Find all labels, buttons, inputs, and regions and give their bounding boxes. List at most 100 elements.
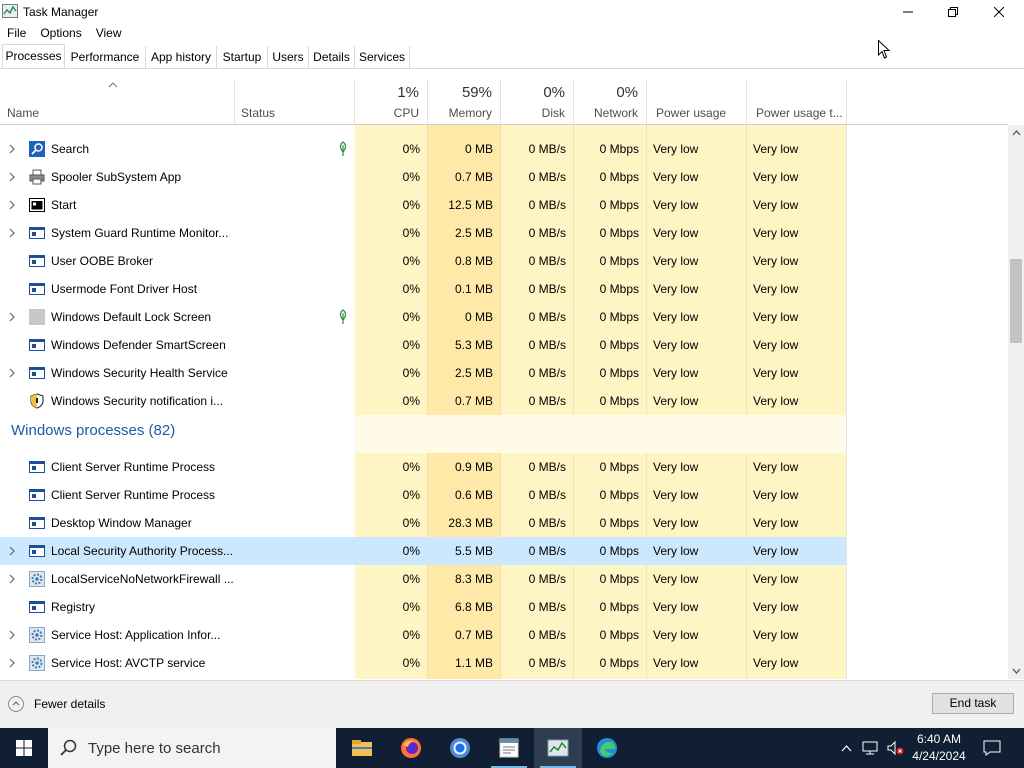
chevron-up-icon bbox=[12, 701, 20, 706]
suspended-leaf-icon bbox=[337, 141, 349, 157]
process-table: Search 0% 0 MB 0 MB/s 0 Mbps Very low Very low… bbox=[0, 125, 1008, 679]
process-row[interactable]: Registry 0% 6.8 MB 0 MB/s 0 Mbps Very low Very… bbox=[0, 593, 846, 621]
close-button[interactable] bbox=[976, 0, 1022, 24]
process-row[interactable]: Usermode Font Driver Host 0% 0.1 MB 0 MB/s 0… bbox=[0, 275, 846, 303]
taskbar-firefox[interactable] bbox=[387, 728, 435, 768]
expand-chevron-icon[interactable] bbox=[8, 573, 16, 585]
fewer-details-icon[interactable] bbox=[8, 696, 24, 712]
process-name: Search bbox=[51, 142, 90, 156]
process-row[interactable]: Service Host: Application Infor... 0% 0.7 … bbox=[0, 621, 846, 649]
end-task-button[interactable]: End task bbox=[932, 693, 1014, 714]
network-cell: 0 Mbps bbox=[599, 488, 639, 502]
process-row[interactable]: Search 0% 0 MB 0 MB/s 0 Mbps Very low Very low bbox=[0, 135, 846, 163]
column-header-cpu[interactable]: 1% CPU bbox=[355, 80, 428, 124]
taskbar: Type here to search 6:40 AM 4/24/2024 bbox=[0, 728, 1024, 768]
minimize-button[interactable] bbox=[885, 0, 931, 24]
expand-chevron-icon[interactable] bbox=[8, 199, 16, 211]
power-trend-cell: Very low bbox=[753, 628, 799, 642]
process-row[interactable]: Spooler SubSystem App 0% 0.7 MB 0 MB/s 0 Mbp… bbox=[0, 163, 846, 191]
process-row[interactable]: Start 0% 12.5 MB 0 MB/s 0 Mbps Very low Very l… bbox=[0, 191, 846, 219]
menu-options[interactable]: Options bbox=[33, 24, 88, 42]
process-row[interactable]: System Guard Runtime Monitor... 0% 2.5 MB 0… bbox=[0, 219, 846, 247]
menu-view[interactable]: View bbox=[89, 24, 129, 42]
taskbar-task-manager[interactable] bbox=[534, 728, 582, 768]
network-status-button[interactable] bbox=[860, 728, 882, 768]
fewer-details-link[interactable]: Fewer details bbox=[34, 697, 105, 711]
power-cell: Very low bbox=[653, 198, 699, 212]
search-icon bbox=[60, 739, 77, 756]
tab-app-history[interactable]: App history bbox=[146, 46, 217, 68]
memory-total-percent: 59% bbox=[461, 84, 492, 101]
taskbar-search-box[interactable]: Type here to search bbox=[48, 728, 336, 768]
volume-muted-icon bbox=[887, 740, 904, 756]
power-trend-cell: Very low bbox=[753, 488, 799, 502]
vertical-scrollbar[interactable] bbox=[1008, 125, 1024, 679]
expand-chevron-icon[interactable] bbox=[8, 545, 16, 557]
memory-cell: 5.3 MB bbox=[454, 338, 493, 352]
menu-file[interactable]: File bbox=[0, 24, 33, 42]
expand-chevron-icon[interactable] bbox=[8, 629, 16, 641]
mouse-cursor-icon bbox=[878, 40, 890, 59]
taskbar-edge[interactable] bbox=[583, 728, 631, 768]
cpu-cell: 0% bbox=[402, 226, 420, 240]
tab-services[interactable]: Services bbox=[355, 46, 410, 68]
restore-button[interactable] bbox=[930, 0, 976, 24]
process-row[interactable]: Windows Security Health Service 0% 2.5 MB 0… bbox=[0, 359, 846, 387]
scroll-up-button[interactable] bbox=[1008, 125, 1024, 141]
expand-chevron-icon[interactable] bbox=[8, 311, 16, 323]
volume-button[interactable] bbox=[884, 728, 906, 768]
tab-startup[interactable]: Startup bbox=[217, 46, 268, 68]
column-header-power[interactable]: Power usage bbox=[647, 80, 747, 124]
show-hidden-icons-button[interactable] bbox=[836, 728, 856, 768]
file-explorer-icon bbox=[352, 740, 372, 756]
disk-cell: 0 MB/s bbox=[528, 488, 566, 502]
process-row[interactable]: Windows Security notification i... 0% 0.7 … bbox=[0, 387, 846, 415]
expand-chevron-icon[interactable] bbox=[8, 171, 16, 183]
column-header-disk[interactable]: 0% Disk bbox=[501, 80, 574, 124]
taskbar-file-explorer[interactable] bbox=[338, 728, 386, 768]
expand-chevron-icon[interactable] bbox=[8, 367, 16, 379]
process-row[interactable]: Desktop Window Manager 0% 28.3 MB 0 MB/s 0 M… bbox=[0, 509, 846, 537]
expand-chevron-icon[interactable] bbox=[8, 227, 16, 239]
start-app-icon bbox=[29, 197, 45, 213]
tab-details[interactable]: Details bbox=[309, 46, 355, 68]
expand-chevron-icon[interactable] bbox=[8, 143, 16, 155]
scroll-down-button[interactable] bbox=[1008, 663, 1024, 679]
tab-processes[interactable]: Processes bbox=[2, 44, 65, 68]
process-row[interactable]: Windows Default Lock Screen 0% 0 MB 0 MB/s 0… bbox=[0, 303, 846, 331]
power-trend-cell: Very low bbox=[753, 198, 799, 212]
process-name: Usermode Font Driver Host bbox=[51, 282, 198, 296]
disk-cell: 0 MB/s bbox=[528, 600, 566, 614]
process-row[interactable]: Windows Defender SmartScreen 0% 5.3 MB 0 MB… bbox=[0, 331, 846, 359]
cpu-cell: 0% bbox=[402, 170, 420, 184]
disk-cell: 0 MB/s bbox=[528, 170, 566, 184]
memory-cell: 0.9 MB bbox=[454, 460, 493, 474]
process-name: Spooler SubSystem App bbox=[51, 170, 182, 184]
expand-chevron-icon[interactable] bbox=[8, 657, 16, 669]
taskbar-notepad[interactable] bbox=[485, 728, 533, 768]
tab-users[interactable]: Users bbox=[268, 46, 309, 68]
disk-cell: 0 MB/s bbox=[528, 394, 566, 408]
process-row[interactable]: User OOBE Broker 0% 0.8 MB 0 MB/s 0 Mbps Very… bbox=[0, 247, 846, 275]
start-button[interactable] bbox=[0, 728, 48, 768]
taskbar-chrome[interactable] bbox=[436, 728, 484, 768]
column-header-status[interactable]: Status bbox=[235, 80, 355, 124]
column-header-network[interactable]: 0% Network bbox=[574, 80, 647, 124]
taskbar-clock[interactable]: 6:40 AM 4/24/2024 bbox=[908, 731, 970, 765]
network-cell: 0 Mbps bbox=[599, 628, 639, 642]
chevron-up-icon bbox=[841, 744, 851, 751]
action-center-button[interactable] bbox=[980, 728, 1004, 768]
memory-cell: 2.5 MB bbox=[454, 366, 493, 380]
process-row[interactable]: Client Server Runtime Process 0% 0.6 MB 0 M… bbox=[0, 481, 846, 509]
process-row[interactable]: LocalServiceNoNetworkFirewall ... 0% 8.3 M… bbox=[0, 565, 846, 593]
column-header-name[interactable]: Name bbox=[0, 80, 235, 124]
process-row[interactable]: Client Server Runtime Process 0% 0.9 MB 0 M… bbox=[0, 453, 846, 481]
scrollbar-thumb[interactable] bbox=[1010, 259, 1022, 343]
memory-cell: 0 MB bbox=[464, 310, 493, 324]
process-row[interactable]: Local Security Authority Process... 0% 5.5… bbox=[0, 537, 846, 565]
column-header-memory[interactable]: 59% Memory bbox=[428, 80, 501, 124]
group-header-windows-processes[interactable]: Windows processes (82) bbox=[0, 415, 846, 453]
process-row[interactable]: Service Host: AVCTP service 0% 1.1 MB 0 MB/… bbox=[0, 649, 846, 677]
column-header-power-trend[interactable]: Power usage t... bbox=[747, 80, 847, 124]
tab-performance[interactable]: Performance bbox=[65, 46, 146, 68]
